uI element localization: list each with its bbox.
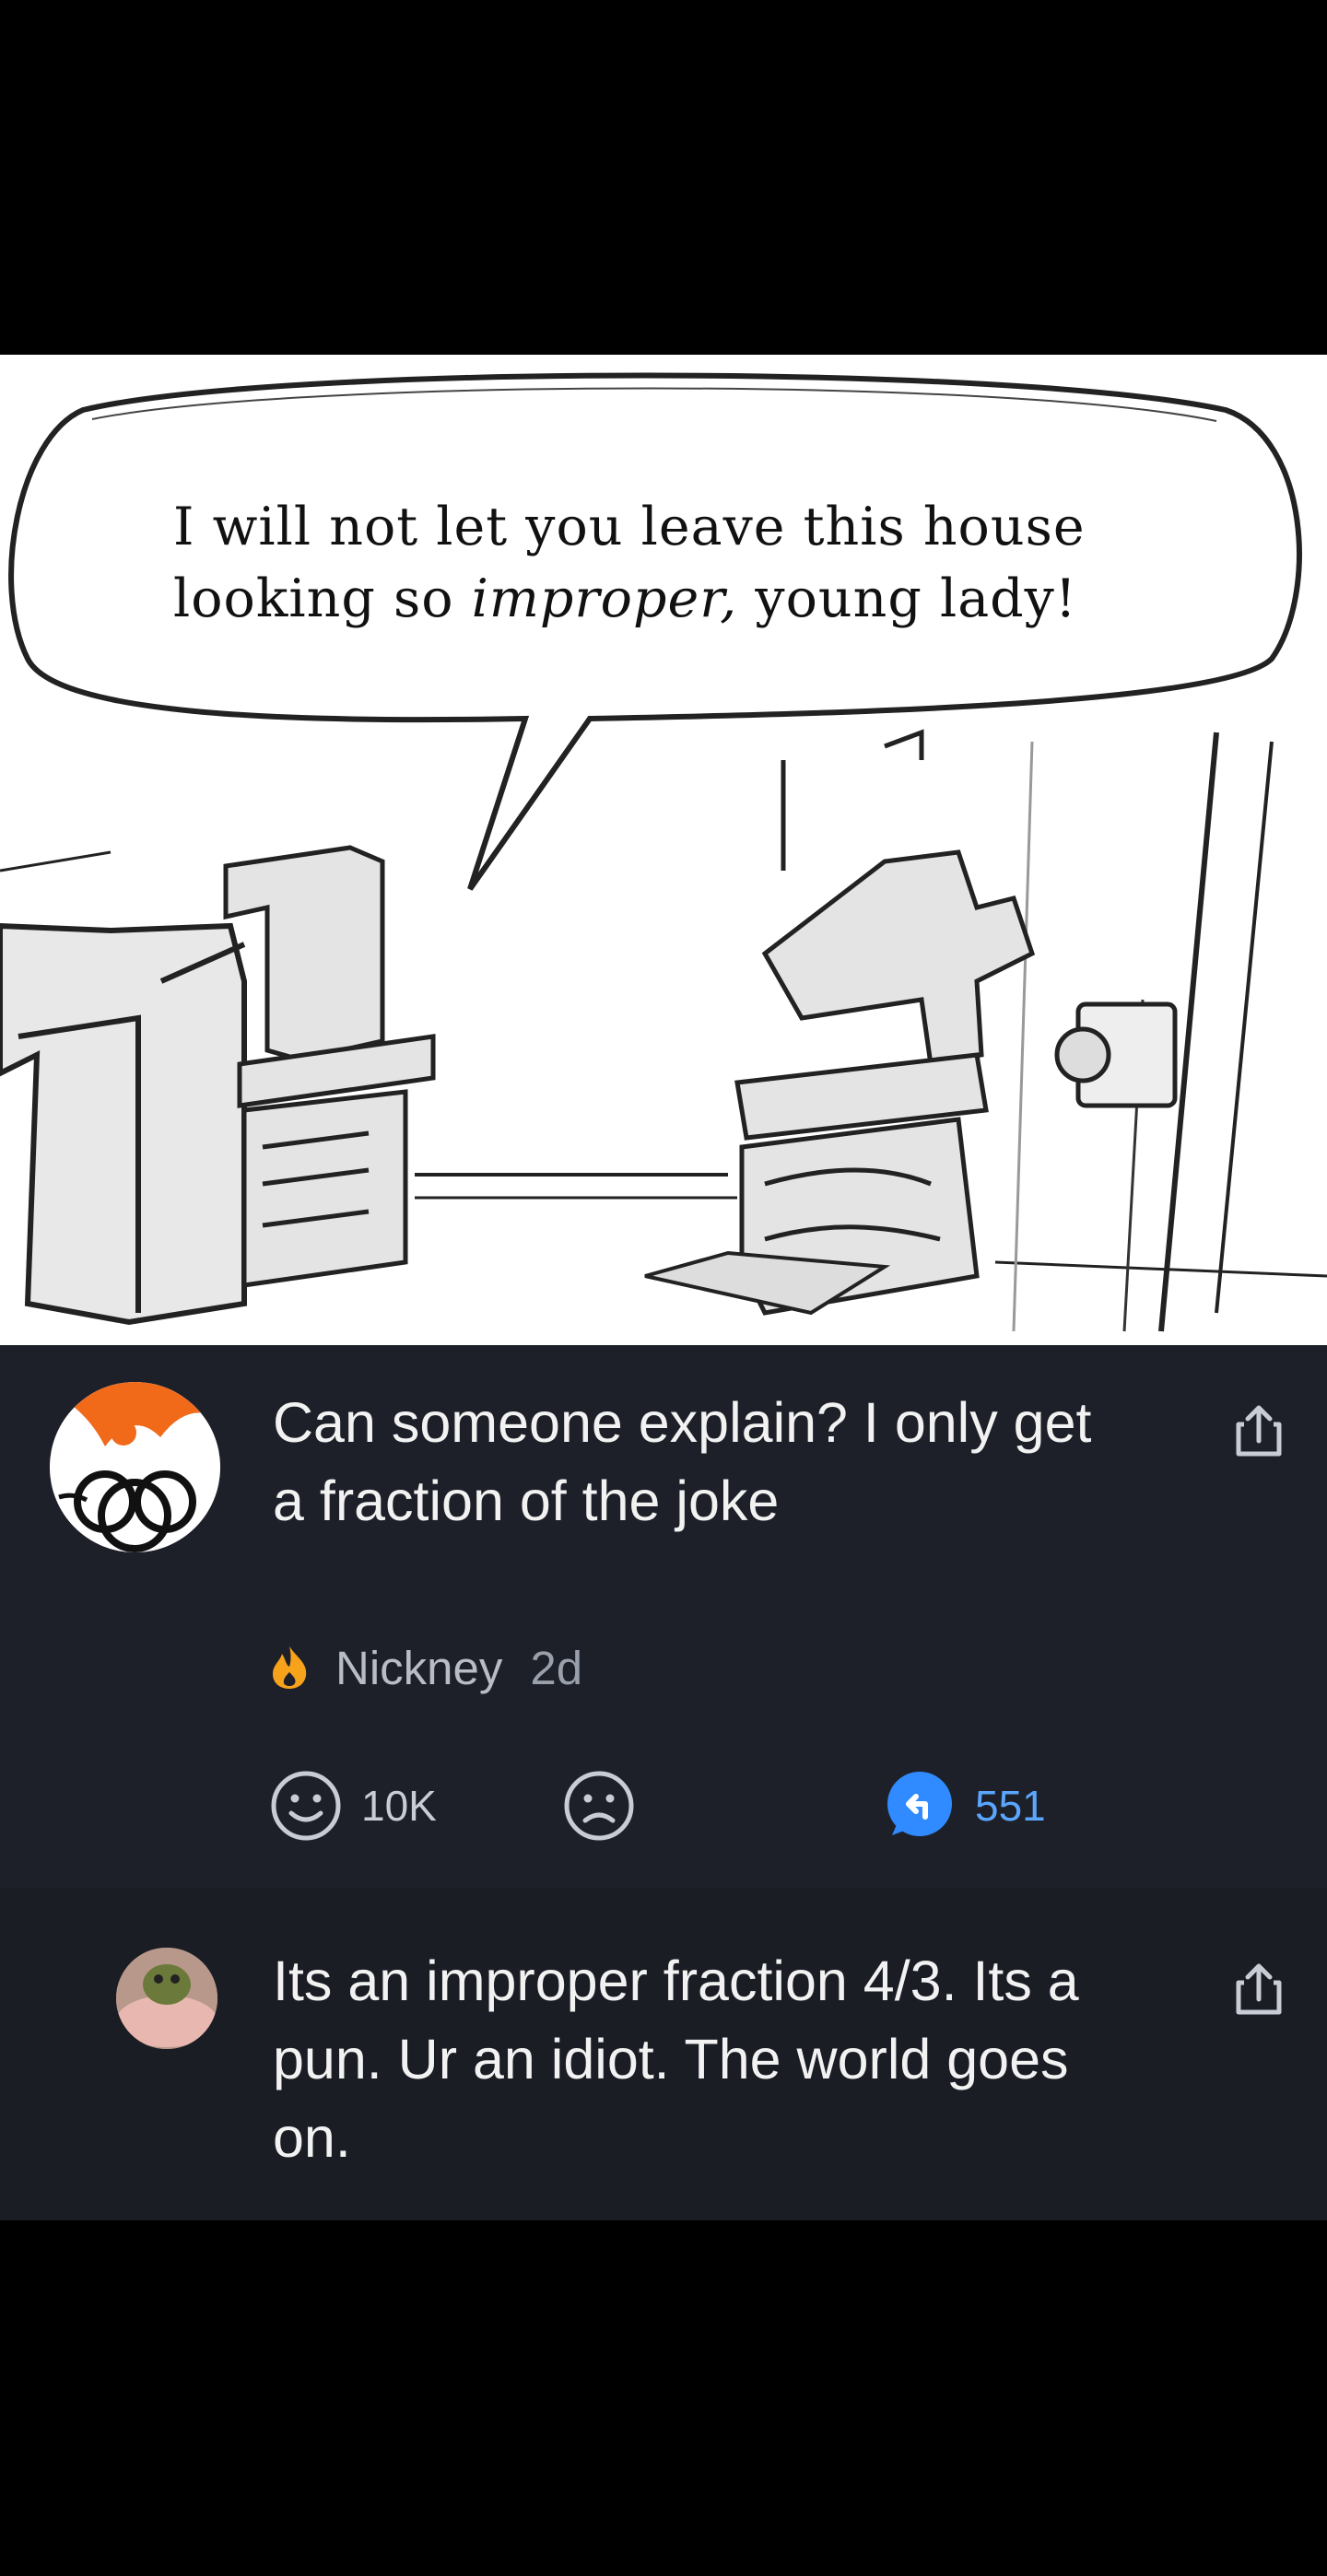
like-count: 10K	[361, 1782, 437, 1830]
whole-number-one	[0, 922, 247, 1326]
comment-age: 2d	[530, 1641, 583, 1694]
avatar-image	[50, 1382, 220, 1552]
fraction-four-thirds	[734, 849, 1036, 1316]
avatar[interactable]	[116, 1948, 217, 2049]
flame-icon	[273, 1646, 307, 1689]
comment-meta: Nickney 2d	[269, 1640, 582, 1695]
comment: Its an improper fraction 4/3. Its a pun.…	[0, 1889, 1327, 2220]
bottom-black-bar	[0, 2220, 1327, 2576]
reply-count: 551	[975, 1782, 1046, 1830]
comment-text: Can someone explain? I only get a fracti…	[273, 1391, 1092, 1532]
top-black-bar	[0, 0, 1327, 355]
frown-icon	[564, 1771, 634, 1841]
comments-section: Can someone explain? I only get a fracti…	[0, 1345, 1327, 2220]
comment-author[interactable]: Nickney	[335, 1641, 502, 1695]
avatar[interactable]	[50, 1382, 220, 1552]
avatar-image	[116, 1948, 217, 2049]
fraction-one-third	[223, 845, 436, 1288]
share-icon[interactable]	[1231, 1402, 1286, 1461]
share-icon[interactable]	[1231, 1961, 1286, 2020]
comment: Can someone explain? I only get a fracti…	[0, 1345, 1327, 1889]
comment-text: Its an improper fraction 4/3. Its a pun.…	[273, 1950, 1079, 2169]
cartoon-image: I will not let you leave this house look…	[0, 355, 1327, 1345]
speech-bubble-text: I will not let you leave this house look…	[173, 497, 1086, 629]
dislike-button[interactable]	[562, 1769, 636, 1843]
reply-icon	[887, 1772, 952, 1836]
comment-actions: 10K 551	[269, 1769, 1098, 1843]
reply-button[interactable]: 551	[883, 1769, 1046, 1843]
like-button[interactable]: 10K	[269, 1769, 437, 1843]
smile-icon	[271, 1771, 341, 1841]
